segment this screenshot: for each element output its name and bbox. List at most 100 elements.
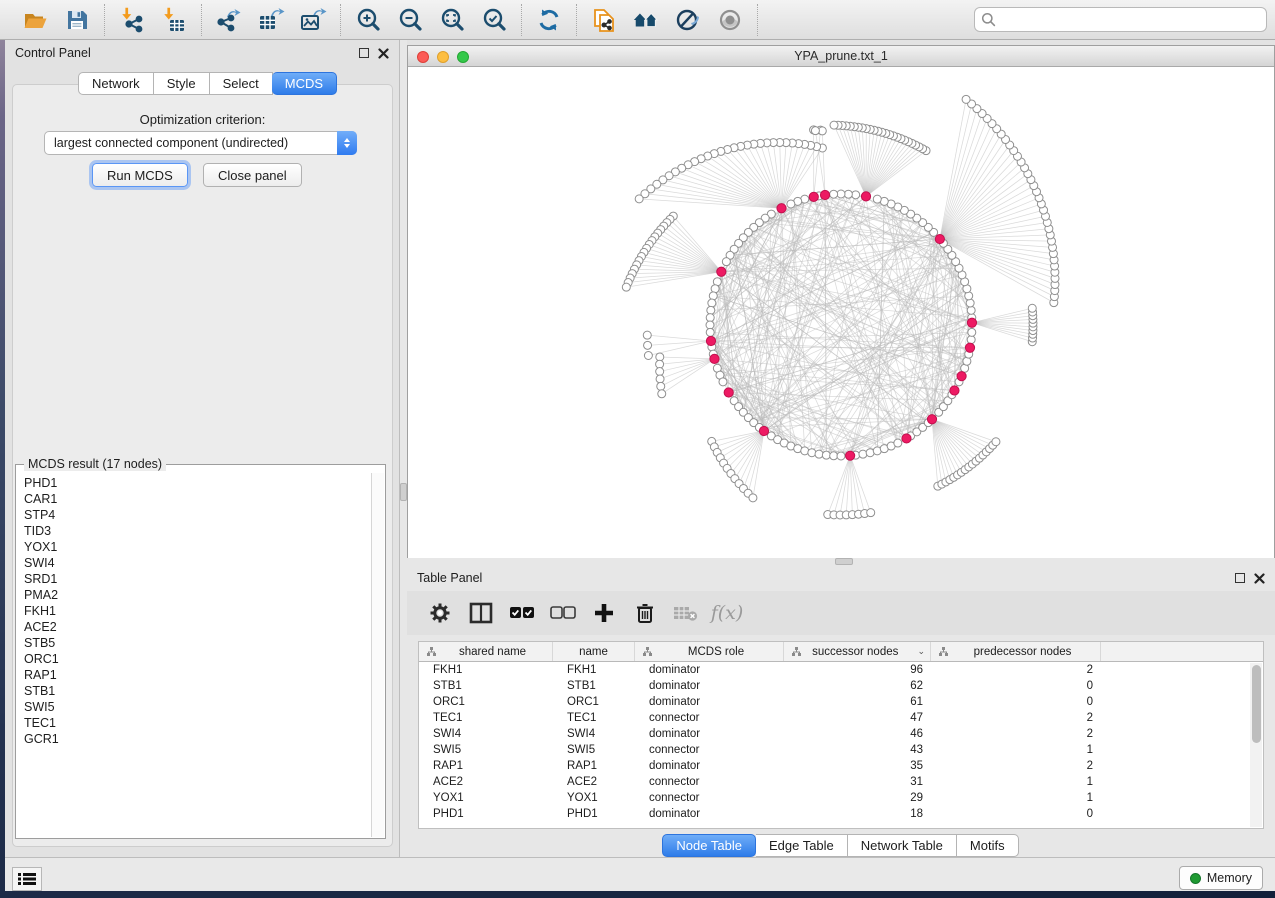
open-file-button[interactable] [21, 6, 49, 34]
save-session-button[interactable] [63, 6, 91, 34]
mcds-node[interactable] [759, 426, 768, 435]
network-node[interactable] [707, 306, 715, 314]
mcds-node[interactable] [967, 318, 976, 327]
network-node[interactable] [852, 191, 860, 199]
network-node[interactable] [837, 190, 845, 198]
mcds-node[interactable] [902, 434, 911, 443]
table-row[interactable]: YOX1YOX1connector291 [419, 790, 1263, 806]
toolbar-search[interactable] [974, 7, 1267, 32]
select-all-button[interactable] [509, 600, 535, 626]
mcds-node[interactable] [710, 354, 719, 363]
import-table-button[interactable] [160, 6, 188, 34]
table-row[interactable]: ORC1ORC1dominator610 [419, 694, 1263, 710]
search-input[interactable] [1000, 13, 1260, 27]
mcds-result-item[interactable]: RAP1 [24, 667, 371, 683]
mcds-node[interactable] [724, 388, 733, 397]
tab-select[interactable]: Select [210, 72, 273, 95]
network-node[interactable] [968, 328, 976, 336]
zoom-fit-button[interactable] [438, 6, 466, 34]
close-window-light[interactable] [417, 51, 429, 63]
tab-edge-table[interactable]: Edge Table [756, 834, 848, 857]
network-node[interactable] [657, 382, 665, 390]
network-node[interactable] [844, 190, 852, 198]
network-node[interactable] [722, 258, 730, 266]
mcds-node[interactable] [950, 386, 959, 395]
network-node[interactable] [787, 200, 795, 208]
mcds-node[interactable] [965, 343, 974, 352]
refresh-layout-button[interactable] [535, 6, 563, 34]
export-network-button[interactable] [215, 6, 243, 34]
network-node[interactable] [658, 390, 666, 398]
network-node[interactable] [706, 328, 714, 336]
minimize-window-light[interactable] [437, 51, 449, 63]
close-panel-button[interactable]: Close panel [203, 163, 302, 187]
network-node[interactable] [815, 450, 823, 458]
mcds-list-scrollbar[interactable] [371, 473, 384, 837]
mcds-result-list[interactable]: PHD1CAR1STP4TID3YOX1SWI4SRD1PMA2FKH1ACE2… [17, 473, 371, 837]
mcds-result-item[interactable]: FKH1 [24, 603, 371, 619]
automation-panel-button[interactable] [12, 867, 42, 891]
network-node[interactable] [635, 195, 643, 203]
network-node[interactable] [830, 452, 838, 460]
memory-button[interactable]: Memory [1179, 866, 1263, 890]
zoom-out-button[interactable] [396, 6, 424, 34]
mcds-result-item[interactable]: STB1 [24, 683, 371, 699]
network-node[interactable] [656, 368, 664, 376]
mcds-node[interactable] [809, 192, 818, 201]
network-node[interactable] [837, 452, 845, 460]
mcds-node[interactable] [927, 415, 936, 424]
table-row[interactable]: FKH1FKH1dominator962 [419, 662, 1263, 678]
tab-style[interactable]: Style [154, 72, 210, 95]
network-node[interactable] [708, 299, 716, 307]
export-image-button[interactable] [299, 6, 327, 34]
network-node[interactable] [822, 451, 830, 459]
mcds-result-item[interactable]: ACE2 [24, 619, 371, 635]
column-header-name[interactable]: name [553, 642, 635, 661]
mcds-result-item[interactable]: PHD1 [24, 475, 371, 491]
network-node[interactable] [811, 127, 819, 135]
mcds-node[interactable] [777, 204, 786, 213]
network-node[interactable] [967, 336, 975, 344]
network-node[interactable] [709, 292, 717, 300]
network-node[interactable] [967, 306, 975, 314]
network-graph-canvas[interactable] [408, 67, 1274, 558]
mcds-result-item[interactable]: PMA2 [24, 587, 371, 603]
splitter-grip[interactable] [400, 483, 407, 501]
scrollbar-thumb[interactable] [1252, 665, 1261, 743]
node-table-body[interactable]: FKH1FKH1dominator962STB1STB1dominator620… [419, 662, 1263, 828]
zoom-in-button[interactable] [354, 6, 382, 34]
table-row[interactable]: SWI5SWI5connector431 [419, 742, 1263, 758]
vertical-splitter[interactable] [400, 40, 407, 857]
network-node[interactable] [644, 341, 652, 349]
mcds-node[interactable] [846, 451, 855, 460]
network-node[interactable] [643, 331, 651, 339]
network-node[interactable] [830, 190, 838, 198]
column-header-shared-name[interactable]: shared name [419, 642, 553, 661]
close-panel-icon[interactable] [378, 48, 389, 59]
network-node[interactable] [962, 95, 970, 103]
column-header-successor-nodes[interactable]: successor nodes ⌄ [784, 642, 931, 661]
network-node[interactable] [656, 360, 664, 368]
clone-network-button[interactable] [590, 6, 618, 34]
deselect-all-button[interactable] [550, 600, 576, 626]
network-node[interactable] [1028, 304, 1036, 312]
close-panel-icon[interactable] [1254, 573, 1265, 584]
mcds-node[interactable] [957, 372, 966, 381]
network-node[interactable] [719, 378, 727, 386]
column-header-mcds-role[interactable]: MCDS role [635, 642, 784, 661]
network-node[interactable] [706, 314, 714, 322]
run-mcds-button[interactable]: Run MCDS [92, 163, 188, 187]
mcds-result-item[interactable]: SWI5 [24, 699, 371, 715]
mcds-result-item[interactable]: YOX1 [24, 539, 371, 555]
mcds-result-item[interactable]: ORC1 [24, 651, 371, 667]
table-settings-button[interactable] [427, 600, 453, 626]
table-row[interactable]: SWI4SWI4dominator462 [419, 726, 1263, 742]
show-columns-button[interactable] [468, 600, 494, 626]
mcds-result-item[interactable]: STB5 [24, 635, 371, 651]
add-column-button[interactable] [591, 600, 617, 626]
mcds-result-item[interactable]: STP4 [24, 507, 371, 523]
mcds-node[interactable] [861, 192, 870, 201]
zoom-selected-button[interactable] [480, 6, 508, 34]
table-row[interactable]: RAP1RAP1dominator352 [419, 758, 1263, 774]
tab-network-table[interactable]: Network Table [848, 834, 957, 857]
